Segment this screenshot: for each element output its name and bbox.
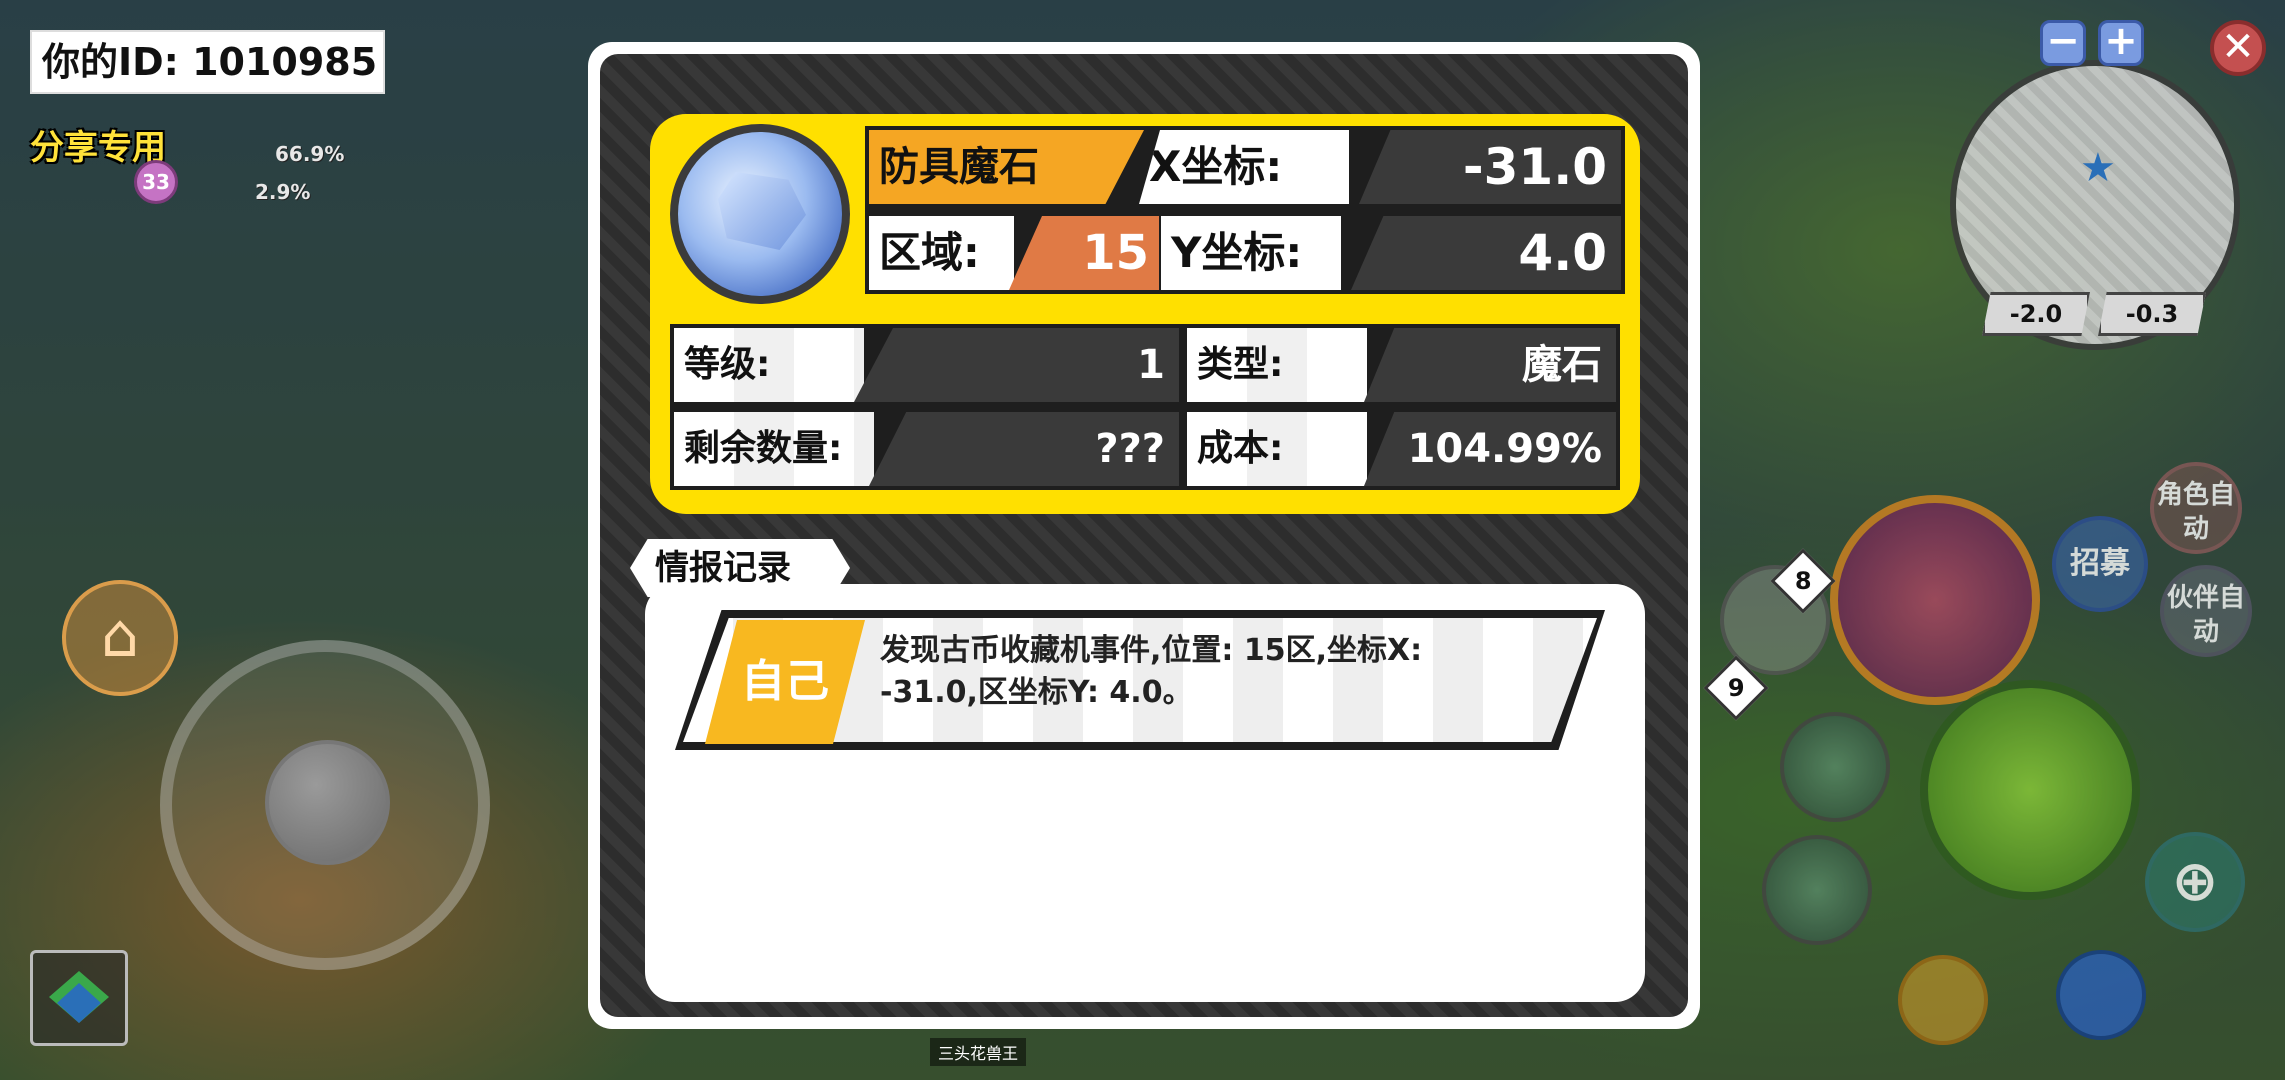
skill-bullet-button[interactable] xyxy=(1920,680,2140,900)
backpack-icon: ⌂ xyxy=(100,601,140,671)
remaining-label: 剩余数量: xyxy=(674,412,874,486)
list-item: 自己 发现古币收藏机事件,位置: 15区,坐标X: -31.0,区坐标Y: 4.… xyxy=(675,610,1605,750)
x-coord-value: -31.0 xyxy=(1359,130,1621,204)
locked-skill-2[interactable] xyxy=(1762,835,1872,945)
level-badge: 33 xyxy=(134,160,178,204)
role-auto-button[interactable]: 角色自动 xyxy=(2150,462,2242,554)
y-coord-label: Y坐标: xyxy=(1161,216,1341,290)
player-location-icon: ★ xyxy=(2080,145,2116,191)
partner-auto-button[interactable]: 伙伴自动 xyxy=(2160,565,2252,657)
item-info-card: 防具魔石 X坐标: -31.0 区域: 15 Y坐标: 4.0 等级: 1 类型… xyxy=(650,114,1640,514)
magic-stone-icon xyxy=(670,124,850,304)
target-button[interactable]: ⊕ xyxy=(2145,832,2245,932)
locked-skill-1[interactable] xyxy=(1780,712,1890,822)
region-label: 区域: xyxy=(869,216,1014,290)
recruit-button[interactable]: 招募 xyxy=(2052,516,2148,612)
close-button[interactable]: ✕ xyxy=(2210,20,2266,76)
minimap-coord-y: -0.3 xyxy=(2098,292,2206,336)
item-info-dialog: 防具魔石 X坐标: -31.0 区域: 15 Y坐标: 4.0 等级: 1 类型… xyxy=(588,42,1700,1029)
sprint-button[interactable] xyxy=(1898,955,1988,1045)
region-value: 15 xyxy=(1009,216,1159,290)
type-label: 类型: xyxy=(1187,328,1367,402)
remaining-value: ??? xyxy=(869,412,1179,486)
log-message: 发现古币收藏机事件,位置: 15区,坐标X: -31.0,区坐标Y: 4.0。 xyxy=(880,633,1423,710)
dash-button[interactable] xyxy=(2056,950,2146,1040)
skill-fire-button[interactable] xyxy=(1830,495,2040,705)
layers-icon xyxy=(49,971,109,1023)
joystick-knob[interactable] xyxy=(265,740,390,865)
cost-value: 104.99% xyxy=(1364,412,1616,486)
zoom-out-button[interactable]: − xyxy=(2040,20,2086,66)
stat-percent-2: 2.9% xyxy=(255,180,311,204)
type-value: 魔石 xyxy=(1364,328,1616,402)
level-label: 等级: xyxy=(674,328,864,402)
zoom-in-button[interactable]: + xyxy=(2098,20,2144,66)
item-position-grid: 防具魔石 X坐标: -31.0 区域: 15 Y坐标: 4.0 xyxy=(865,126,1625,294)
y-coord-value: 4.0 xyxy=(1351,216,1621,290)
intel-log-list: 自己 发现古币收藏机事件,位置: 15区,坐标X: -31.0,区坐标Y: 4.… xyxy=(645,584,1645,1002)
stat-percent-1: 66.9% xyxy=(275,142,345,166)
layers-button[interactable] xyxy=(30,950,128,1046)
item-name: 防具魔石 xyxy=(869,130,1144,204)
minimap-coord-x: -2.0 xyxy=(1982,292,2090,336)
crosshair-icon: ⊕ xyxy=(2171,849,2219,914)
cost-label: 成本: xyxy=(1187,412,1367,486)
backpack-button[interactable]: ⌂ xyxy=(62,580,178,696)
boss-name-label: 三头花兽王 xyxy=(930,1038,1027,1066)
level-value: 1 xyxy=(854,328,1179,402)
player-id-label: 你的ID: 1010985 xyxy=(30,30,385,94)
x-coord-label: X坐标: xyxy=(1139,130,1349,204)
item-stats-grid: 等级: 1 类型: 魔石 剩余数量: ??? 成本: 104.99% xyxy=(670,324,1620,490)
dialog-body: 防具魔石 X坐标: -31.0 区域: 15 Y坐标: 4.0 等级: 1 类型… xyxy=(600,54,1688,1017)
